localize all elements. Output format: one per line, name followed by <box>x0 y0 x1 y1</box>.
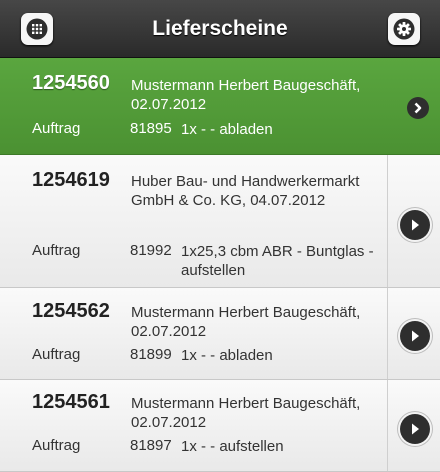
detail-arrow-button[interactable] <box>400 321 430 351</box>
gear-icon <box>393 18 415 40</box>
item-divider <box>387 155 388 287</box>
order-number: 81992 <box>130 242 172 259</box>
list-item-content: 1254562 Mustermann Herbert Baugeschäft, … <box>0 288 385 379</box>
list-item[interactable]: 1254561 Mustermann Herbert Baugeschäft, … <box>0 380 440 472</box>
order-description: 1x - - aufstellen <box>181 438 284 455</box>
list-item[interactable]: 1254619 Huber Bau- und Handwerkermarkt G… <box>0 155 440 288</box>
delivery-note-list: 1254560 Mustermann Herbert Baugeschäft, … <box>0 58 440 472</box>
list-item[interactable]: 1254560 Mustermann Herbert Baugeschäft, … <box>0 58 440 155</box>
order-description: 1x25,3 cbm ABR - Buntglas - aufstellen <box>181 243 374 279</box>
item-divider <box>387 288 388 379</box>
list-item-content: 1254560 Mustermann Herbert Baugeschäft, … <box>0 58 385 154</box>
customer-text: Mustermann Herbert Baugeschäft, 02.07.20… <box>131 395 361 431</box>
order-description: 1x - - abladen <box>181 121 273 138</box>
order-description: 1x - - abladen <box>181 347 273 364</box>
detail-arrow-button[interactable] <box>400 414 430 444</box>
order-label: Auftrag <box>32 346 81 363</box>
chevron-right-icon <box>414 102 422 114</box>
customer-text: Mustermann Herbert Baugeschäft, 02.07.20… <box>131 304 361 340</box>
list-item-content: 1254619 Huber Bau- und Handwerkermarkt G… <box>0 155 385 287</box>
detail-arrow-button[interactable] <box>400 210 430 240</box>
order-number: 81895 <box>130 120 172 137</box>
menu-button[interactable] <box>21 13 53 45</box>
delivery-number: 1254619 <box>32 169 110 191</box>
play-arrow-icon <box>412 330 419 342</box>
customer-text: Mustermann Herbert Baugeschäft, 02.07.20… <box>131 77 361 113</box>
app-header: Lieferscheine <box>0 0 440 58</box>
detail-arrow-button[interactable] <box>407 97 429 119</box>
order-number: 81897 <box>130 437 172 454</box>
page-title: Lieferscheine <box>152 16 288 40</box>
settings-button[interactable] <box>388 13 420 45</box>
play-arrow-icon <box>412 423 419 435</box>
customer-text: Huber Bau- und Handwerkermarkt GmbH & Co… <box>131 173 360 209</box>
list-item[interactable]: 1254562 Mustermann Herbert Baugeschäft, … <box>0 288 440 380</box>
delivery-number: 1254562 <box>32 300 110 322</box>
order-label: Auftrag <box>32 242 81 259</box>
list-item-content: 1254561 Mustermann Herbert Baugeschäft, … <box>0 380 385 471</box>
order-label: Auftrag <box>32 120 81 137</box>
order-number: 81899 <box>130 346 172 363</box>
item-divider <box>387 380 388 471</box>
order-label: Auftrag <box>32 437 81 454</box>
grid-menu-icon <box>26 18 48 40</box>
delivery-number: 1254561 <box>32 391 110 413</box>
delivery-number: 1254560 <box>32 72 110 94</box>
play-arrow-icon <box>412 219 419 231</box>
